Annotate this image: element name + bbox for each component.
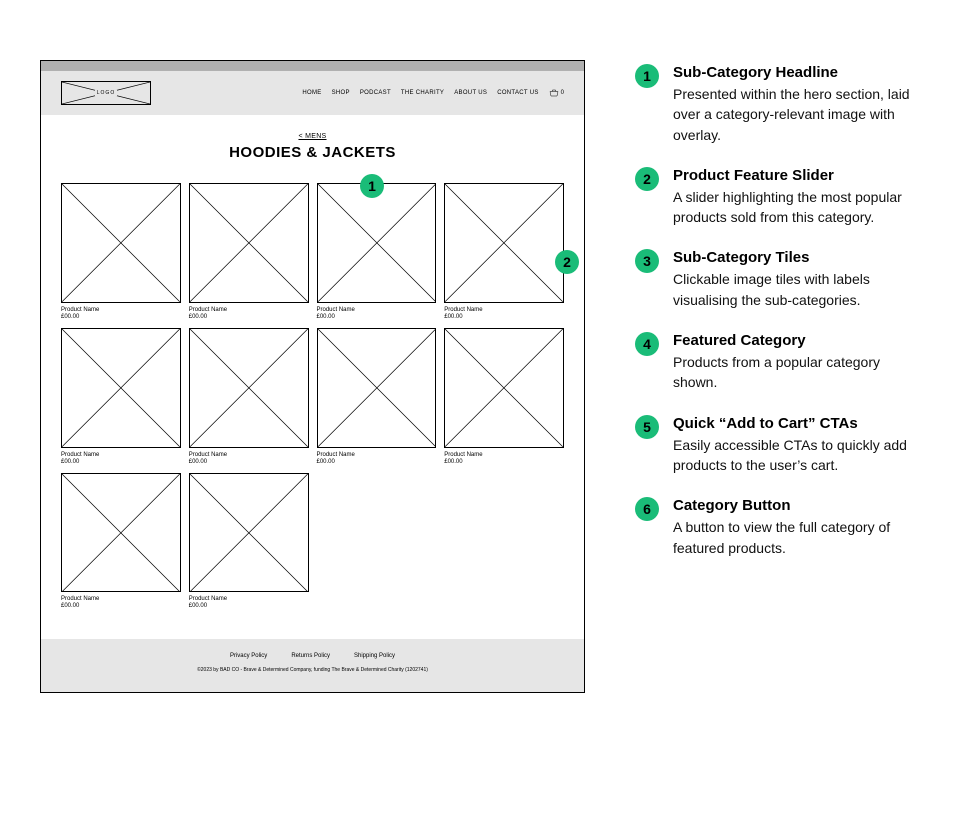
annotation-description: Easily accessible CTAs to quickly add pr… bbox=[673, 435, 925, 476]
annotation-description: Clickable image tiles with labels visual… bbox=[673, 269, 925, 310]
product-card[interactable]: Product Name£00.00 bbox=[317, 183, 437, 320]
nav-item-charity[interactable]: THE CHARITY bbox=[401, 90, 444, 96]
annotation-title: Sub-Category Headline bbox=[673, 64, 925, 81]
annotation-body: Quick “Add to Cart” CTAs Easily accessibl… bbox=[673, 415, 925, 476]
wireframe-panel: LOGO HOME SHOP PODCAST THE CHARITY ABOUT… bbox=[40, 60, 585, 693]
product-price: £00.00 bbox=[444, 459, 564, 465]
annotation-description: A button to view the full category of fe… bbox=[673, 517, 925, 558]
product-image-placeholder bbox=[61, 183, 181, 303]
product-card[interactable]: Product Name£00.00 bbox=[189, 183, 309, 320]
annotation-number-badge: 1 bbox=[635, 64, 659, 88]
annotation-item: 2 Product Feature Slider A slider highligh… bbox=[635, 167, 925, 228]
product-card[interactable]: Product Name£00.00 bbox=[317, 328, 437, 465]
nav-item-about[interactable]: ABOUT US bbox=[454, 90, 487, 96]
logo-label: LOGO bbox=[95, 90, 117, 96]
product-price: £00.00 bbox=[61, 314, 181, 320]
product-card[interactable]: Product Name£00.00 bbox=[444, 328, 564, 465]
annotation-marker: 1 bbox=[360, 174, 384, 198]
browser-chrome-bar bbox=[41, 61, 584, 71]
product-card[interactable]: Product Name£00.00 bbox=[189, 473, 309, 610]
basket-icon bbox=[549, 89, 559, 97]
nav-item-home[interactable]: HOME bbox=[302, 90, 321, 96]
product-name: Product Name bbox=[189, 596, 309, 602]
product-name: Product Name bbox=[444, 452, 564, 458]
site-footer: Privacy Policy Returns Policy Shipping P… bbox=[41, 639, 584, 692]
annotation-number-badge: 5 bbox=[635, 415, 659, 439]
nav-item-shop[interactable]: SHOP bbox=[332, 90, 350, 96]
annotation-title: Featured Category bbox=[673, 332, 925, 349]
product-price: £00.00 bbox=[61, 603, 181, 609]
breadcrumb-back[interactable]: < MENS bbox=[41, 133, 584, 140]
annotation-description: Products from a popular category shown. bbox=[673, 352, 925, 393]
product-image-placeholder bbox=[317, 328, 437, 448]
primary-nav: HOME SHOP PODCAST THE CHARITY ABOUT US C… bbox=[302, 89, 564, 97]
annotation-title: Category Button bbox=[673, 497, 925, 514]
product-image-placeholder bbox=[61, 328, 181, 448]
annotation-body: Sub-Category Tiles Clickable image tiles … bbox=[673, 249, 925, 310]
annotation-item: 4 Featured Category Products from a popula… bbox=[635, 332, 925, 393]
footer-links: Privacy Policy Returns Policy Shipping P… bbox=[81, 653, 544, 659]
product-name: Product Name bbox=[444, 307, 564, 313]
product-image-placeholder bbox=[444, 328, 564, 448]
annotation-description: A slider highlighting the most popular p… bbox=[673, 187, 925, 228]
product-name: Product Name bbox=[189, 307, 309, 313]
product-price: £00.00 bbox=[61, 459, 181, 465]
product-price: £00.00 bbox=[317, 314, 437, 320]
footer-link-shipping[interactable]: Shipping Policy bbox=[354, 653, 395, 659]
annotation-body: Product Feature Slider A slider highlight… bbox=[673, 167, 925, 228]
annotation-number-badge: 2 bbox=[635, 167, 659, 191]
product-image-placeholder bbox=[189, 328, 309, 448]
page-title: HOODIES & JACKETS bbox=[41, 144, 584, 161]
logo-placeholder[interactable]: LOGO bbox=[61, 81, 151, 105]
product-name: Product Name bbox=[317, 307, 437, 313]
product-image-placeholder bbox=[61, 473, 181, 593]
annotation-body: Sub-Category Headline Presented within th… bbox=[673, 64, 925, 145]
cart-count: 0 bbox=[561, 90, 564, 96]
product-price: £00.00 bbox=[317, 459, 437, 465]
annotation-body: Category Button A button to view the full… bbox=[673, 497, 925, 558]
product-name: Product Name bbox=[317, 452, 437, 458]
product-card[interactable]: Product Name£00.00 bbox=[189, 328, 309, 465]
site-header: LOGO HOME SHOP PODCAST THE CHARITY ABOUT… bbox=[41, 71, 584, 115]
product-image-placeholder bbox=[189, 473, 309, 593]
diagram-stage: LOGO HOME SHOP PODCAST THE CHARITY ABOUT… bbox=[0, 0, 965, 733]
product-card[interactable]: Product Name£00.00 bbox=[444, 183, 564, 320]
annotation-item: 5 Quick “Add to Cart” CTAs Easily accessib… bbox=[635, 415, 925, 476]
annotation-item: 3 Sub-Category Tiles Clickable image tiles… bbox=[635, 249, 925, 310]
footer-link-privacy[interactable]: Privacy Policy bbox=[230, 653, 267, 659]
nav-item-podcast[interactable]: PODCAST bbox=[360, 90, 391, 96]
nav-item-contact[interactable]: CONTACT US bbox=[497, 90, 538, 96]
footer-link-returns[interactable]: Returns Policy bbox=[291, 653, 330, 659]
annotation-marker: 2 bbox=[555, 250, 579, 274]
footer-copyright: ©2023 by BAD CO - Brave & Determined Com… bbox=[81, 667, 544, 674]
product-name: Product Name bbox=[61, 307, 181, 313]
product-image-placeholder bbox=[189, 183, 309, 303]
product-grid: Product Name£00.00Product Name£00.00Prod… bbox=[41, 171, 584, 621]
hero-section: < MENS HOODIES & JACKETS bbox=[41, 115, 584, 171]
product-name: Product Name bbox=[61, 452, 181, 458]
product-name: Product Name bbox=[189, 452, 309, 458]
cart-button[interactable]: 0 bbox=[549, 89, 564, 97]
product-price: £00.00 bbox=[189, 459, 309, 465]
annotation-body: Featured Category Products from a popular… bbox=[673, 332, 925, 393]
annotation-number-badge: 6 bbox=[635, 497, 659, 521]
product-card[interactable]: Product Name£00.00 bbox=[61, 473, 181, 610]
product-price: £00.00 bbox=[444, 314, 564, 320]
annotation-item: 1 Sub-Category Headline Presented within t… bbox=[635, 64, 925, 145]
annotation-number-badge: 3 bbox=[635, 249, 659, 273]
annotation-list: 1 Sub-Category Headline Presented within t… bbox=[635, 60, 925, 693]
annotation-number-badge: 4 bbox=[635, 332, 659, 356]
product-price: £00.00 bbox=[189, 603, 309, 609]
product-price: £00.00 bbox=[189, 314, 309, 320]
annotation-description: Presented within the hero section, laid … bbox=[673, 84, 925, 145]
product-name: Product Name bbox=[61, 596, 181, 602]
annotation-title: Product Feature Slider bbox=[673, 167, 925, 184]
product-card[interactable]: Product Name£00.00 bbox=[61, 183, 181, 320]
product-card[interactable]: Product Name£00.00 bbox=[61, 328, 181, 465]
annotation-title: Sub-Category Tiles bbox=[673, 249, 925, 266]
annotation-title: Quick “Add to Cart” CTAs bbox=[673, 415, 925, 432]
product-image-placeholder bbox=[444, 183, 564, 303]
product-image-placeholder bbox=[317, 183, 437, 303]
annotation-item: 6 Category Button A button to view the ful… bbox=[635, 497, 925, 558]
